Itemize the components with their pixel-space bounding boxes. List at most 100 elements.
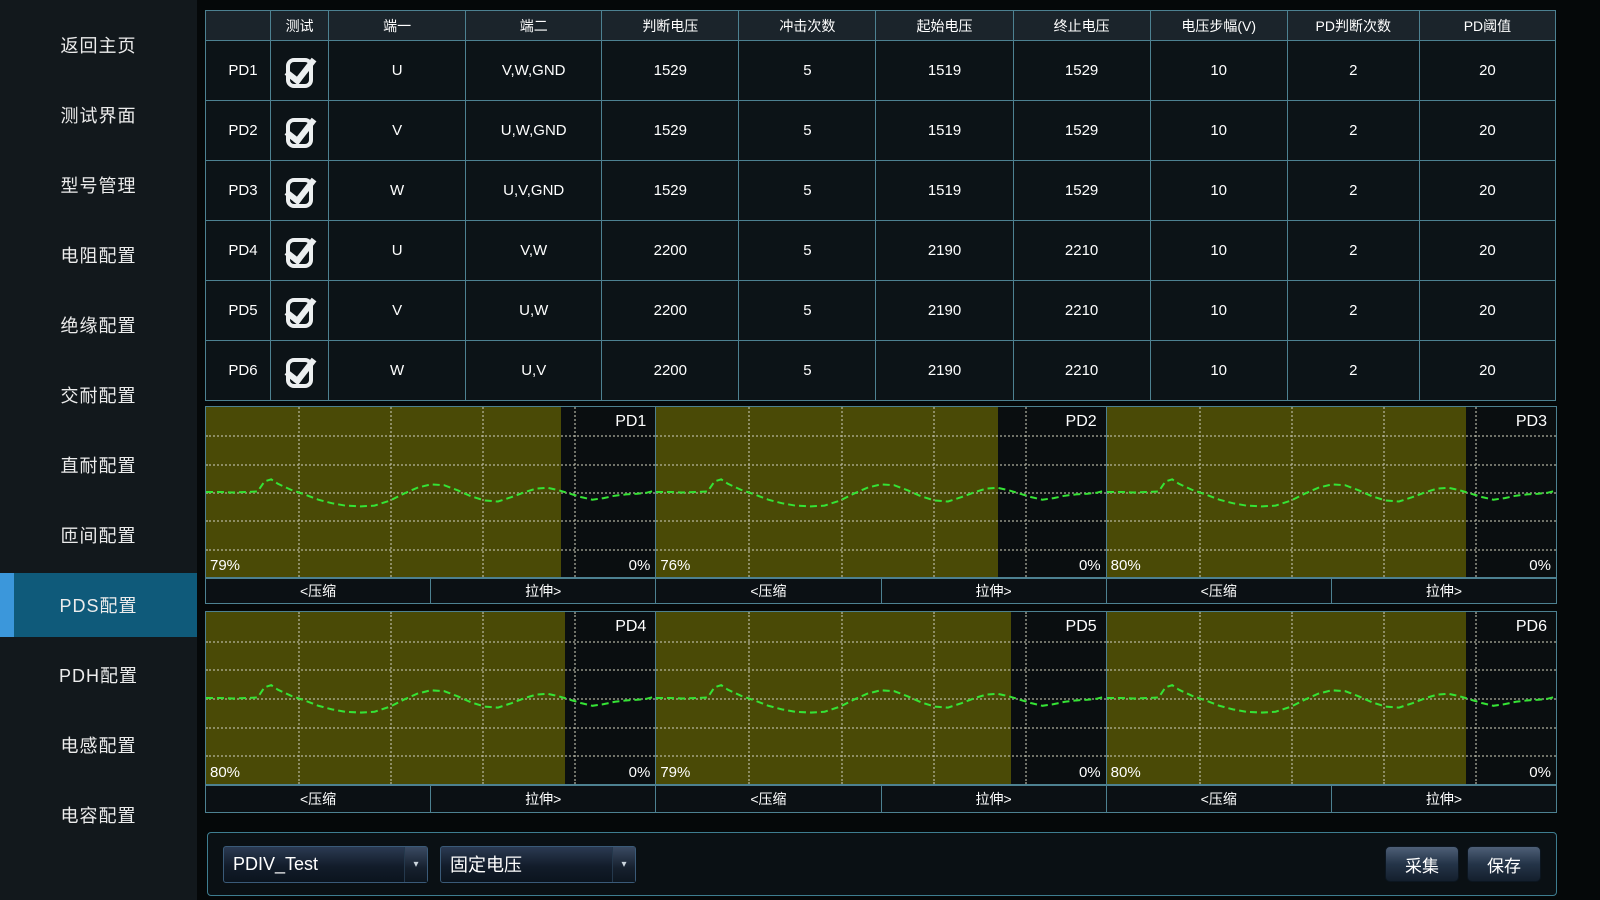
cell-voltage_step[interactable]: 10 — [1150, 221, 1287, 281]
cell-pd_threshold[interactable]: 20 — [1419, 341, 1555, 401]
stretch-button-PD2[interactable]: 拉伸> — [881, 578, 1107, 604]
column-header: 端一 — [329, 11, 466, 41]
checked-checkbox-icon[interactable] — [286, 358, 313, 388]
cell-end_voltage[interactable]: 2210 — [1013, 281, 1150, 341]
cell-impulse_count[interactable]: 5 — [739, 281, 876, 341]
cell-port2[interactable]: U,V — [466, 341, 602, 401]
checked-checkbox-icon[interactable] — [286, 298, 313, 328]
cell-impulse_count[interactable]: 5 — [739, 161, 876, 221]
sidebar-item-绝缘配置[interactable]: 绝缘配置 — [0, 290, 197, 360]
stretch-button-PD4[interactable]: 拉伸> — [430, 785, 656, 813]
test-checkbox-cell — [271, 341, 329, 401]
sidebar-item-匝间配置[interactable]: 匝间配置 — [0, 500, 197, 570]
cell-impulse_count[interactable]: 5 — [739, 41, 876, 101]
waveform-panel-PD1[interactable]: PD179%0% — [206, 407, 655, 577]
cell-pd_judge_count[interactable]: 2 — [1287, 41, 1419, 101]
cell-port1[interactable]: U — [329, 221, 466, 281]
sidebar-item-PDH配置[interactable]: PDH配置 — [0, 640, 197, 710]
test-type-select[interactable]: PDIV_Test ▾ — [223, 846, 428, 883]
cell-pd_judge_count[interactable]: 2 — [1287, 281, 1419, 341]
checked-checkbox-icon[interactable] — [286, 58, 313, 88]
collect-button[interactable]: 采集 — [1385, 846, 1459, 882]
cell-judge_voltage[interactable]: 2200 — [602, 341, 739, 401]
cell-start_voltage[interactable]: 1519 — [876, 41, 1013, 101]
cell-pd_judge_count[interactable]: 2 — [1287, 341, 1419, 401]
cell-port2[interactable]: U,V,GND — [466, 161, 602, 221]
cell-start_voltage[interactable]: 1519 — [876, 161, 1013, 221]
sidebar-item-PDS配置[interactable]: PDS配置 — [0, 573, 197, 637]
cell-port2[interactable]: V,W,GND — [466, 41, 602, 101]
stretch-button-PD6[interactable]: 拉伸> — [1331, 785, 1557, 813]
checked-checkbox-icon[interactable] — [286, 118, 313, 148]
checked-checkbox-icon[interactable] — [286, 178, 313, 208]
sidebar-item-返回主页[interactable]: 返回主页 — [0, 10, 197, 80]
waveform-panel-PD5[interactable]: PD579%0% — [655, 612, 1105, 784]
cell-end_voltage[interactable]: 1529 — [1013, 101, 1150, 161]
cell-end_voltage[interactable]: 2210 — [1013, 221, 1150, 281]
cell-pd_judge_count[interactable]: 2 — [1287, 221, 1419, 281]
cell-voltage_step[interactable]: 10 — [1150, 161, 1287, 221]
cell-start_voltage[interactable]: 2190 — [876, 221, 1013, 281]
cell-voltage_step[interactable]: 10 — [1150, 41, 1287, 101]
cell-end_voltage[interactable]: 1529 — [1013, 41, 1150, 101]
cell-pd_threshold[interactable]: 20 — [1419, 161, 1555, 221]
cell-pd_judge_count[interactable]: 2 — [1287, 101, 1419, 161]
cell-impulse_count[interactable]: 5 — [739, 341, 876, 401]
sidebar-item-电容配置[interactable]: 电容配置 — [0, 780, 197, 850]
waveform-panel-PD3[interactable]: PD380%0% — [1106, 407, 1556, 577]
cell-end_voltage[interactable]: 1529 — [1013, 161, 1150, 221]
waveform-panel-PD4[interactable]: PD480%0% — [206, 612, 655, 784]
cell-pd_judge_count[interactable]: 2 — [1287, 161, 1419, 221]
cell-impulse_count[interactable]: 5 — [739, 101, 876, 161]
cell-voltage_step[interactable]: 10 — [1150, 101, 1287, 161]
checked-checkbox-icon[interactable] — [286, 238, 313, 268]
chevron-down-icon[interactable]: ▾ — [612, 847, 635, 882]
compress-button-PD1[interactable]: <压缩 — [205, 578, 431, 604]
cell-judge_voltage[interactable]: 2200 — [602, 281, 739, 341]
cell-impulse_count[interactable]: 5 — [739, 221, 876, 281]
cell-judge_voltage[interactable]: 1529 — [602, 41, 739, 101]
stretch-button-PD3[interactable]: 拉伸> — [1331, 578, 1557, 604]
cell-pd_threshold[interactable]: 20 — [1419, 101, 1555, 161]
cell-end_voltage[interactable]: 2210 — [1013, 341, 1150, 401]
compress-button-PD5[interactable]: <压缩 — [655, 785, 881, 813]
cell-pd_threshold[interactable]: 20 — [1419, 281, 1555, 341]
scale-buttons-row-2: <压缩拉伸><压缩拉伸><压缩拉伸> — [205, 785, 1557, 813]
waveform-panel-PD6[interactable]: PD680%0% — [1106, 612, 1556, 784]
cell-port2[interactable]: U,W — [466, 281, 602, 341]
cell-voltage_step[interactable]: 10 — [1150, 341, 1287, 401]
sidebar-item-测试界面[interactable]: 测试界面 — [0, 80, 197, 150]
cell-port1[interactable]: U — [329, 41, 466, 101]
cell-port2[interactable]: U,W,GND — [466, 101, 602, 161]
compress-button-PD2[interactable]: <压缩 — [655, 578, 881, 604]
cell-start_voltage[interactable]: 2190 — [876, 341, 1013, 401]
sidebar-item-交耐配置[interactable]: 交耐配置 — [0, 360, 197, 430]
cell-judge_voltage[interactable]: 1529 — [602, 101, 739, 161]
compress-button-PD6[interactable]: <压缩 — [1106, 785, 1332, 813]
cell-port1[interactable]: W — [329, 341, 466, 401]
cell-port1[interactable]: V — [329, 281, 466, 341]
sidebar-item-电感配置[interactable]: 电感配置 — [0, 710, 197, 780]
cell-pd_threshold[interactable]: 20 — [1419, 41, 1555, 101]
cell-judge_voltage[interactable]: 2200 — [602, 221, 739, 281]
voltage-mode-select[interactable]: 固定电压 ▾ — [440, 846, 636, 883]
sidebar-item-直耐配置[interactable]: 直耐配置 — [0, 430, 197, 500]
chevron-down-icon[interactable]: ▾ — [404, 847, 427, 882]
stretch-button-PD1[interactable]: 拉伸> — [430, 578, 656, 604]
cell-start_voltage[interactable]: 1519 — [876, 101, 1013, 161]
cell-judge_voltage[interactable]: 1529 — [602, 161, 739, 221]
compress-button-PD4[interactable]: <压缩 — [205, 785, 431, 813]
stretch-button-PD5[interactable]: 拉伸> — [881, 785, 1107, 813]
cell-pd_threshold[interactable]: 20 — [1419, 221, 1555, 281]
compress-button-PD3[interactable]: <压缩 — [1106, 578, 1332, 604]
cell-port1[interactable]: W — [329, 161, 466, 221]
sidebar-item-型号管理[interactable]: 型号管理 — [0, 150, 197, 220]
save-button[interactable]: 保存 — [1467, 846, 1541, 882]
cell-voltage_step[interactable]: 10 — [1150, 281, 1287, 341]
waveform-panel-PD2[interactable]: PD276%0% — [655, 407, 1105, 577]
cell-start_voltage[interactable]: 2190 — [876, 281, 1013, 341]
test-checkbox-cell — [271, 101, 329, 161]
cell-port2[interactable]: V,W — [466, 221, 602, 281]
cell-port1[interactable]: V — [329, 101, 466, 161]
sidebar-item-电阻配置[interactable]: 电阻配置 — [0, 220, 197, 290]
